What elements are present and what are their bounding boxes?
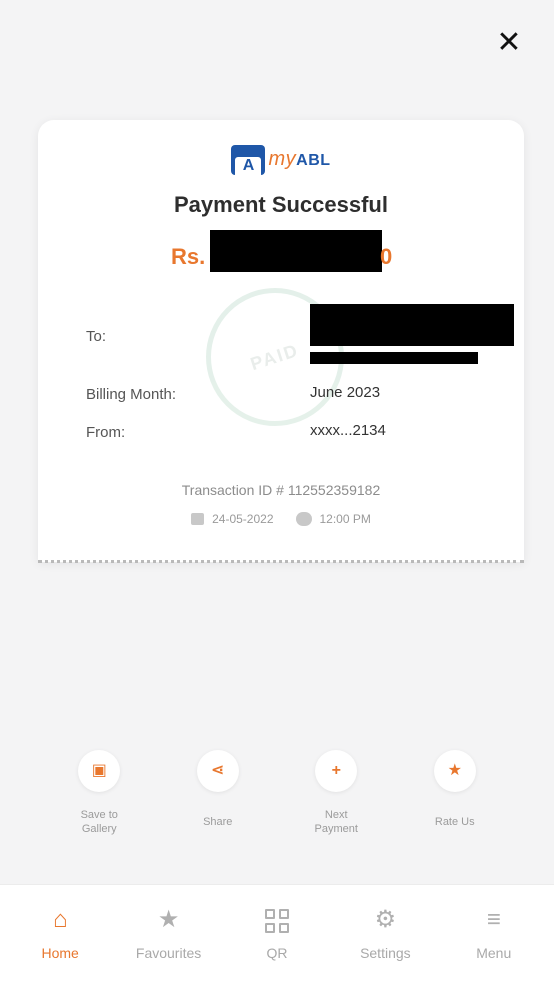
- transaction-date: 24-05-2022: [212, 512, 274, 526]
- receipt-card: A myABL Payment Successful Rs. 0 PAID To…: [38, 120, 524, 562]
- nav-item-qr[interactable]: QR: [227, 885, 327, 982]
- menu-icon: ≡: [486, 906, 501, 933]
- close-button[interactable]: ✕: [494, 24, 524, 60]
- payment-status-title: Payment Successful: [174, 192, 388, 217]
- save-to-gallery-button[interactable]: ▣ Save to Gallery: [51, 750, 147, 836]
- billing-month-value: June 2023: [310, 384, 381, 401]
- image-icon: ▣: [91, 762, 107, 779]
- transaction-id: Transaction ID # 112552359182: [181, 482, 381, 498]
- amount-suffix: 0: [380, 244, 393, 269]
- star-icon: ★: [447, 762, 462, 779]
- share-icon: ⋖: [211, 762, 225, 779]
- billing-month-label: Billing Month:: [86, 386, 177, 403]
- star-icon: ★: [157, 906, 180, 933]
- nav-item-settings[interactable]: ⚙ Settings: [335, 885, 435, 982]
- amount-redaction: [210, 230, 382, 272]
- transaction-datetime: 24-05-2022 12:00 PM: [38, 512, 524, 526]
- amount-prefix: Rs.: [171, 244, 206, 269]
- close-icon: ✕: [496, 24, 522, 60]
- clock-icon: [295, 512, 312, 526]
- rate-us-button[interactable]: ★ Rate Us: [407, 750, 503, 836]
- transaction-time: 12:00 PM: [319, 512, 371, 526]
- home-icon: ⌂: [52, 906, 68, 933]
- myabl-logo: A myABL: [38, 142, 524, 178]
- share-button[interactable]: ⋖ Share: [170, 750, 266, 836]
- plus-icon: +: [331, 762, 341, 779]
- receipt-torn-edge: [38, 560, 524, 566]
- calendar-icon: [191, 513, 205, 525]
- nav-item-home[interactable]: ⌂ Home: [10, 885, 110, 982]
- from-label: From:: [86, 424, 126, 441]
- logo-badge: A: [231, 145, 266, 175]
- qr-icon: [264, 909, 289, 933]
- nav-item-favourites[interactable]: ★ Favourites: [119, 885, 219, 982]
- nav-item-menu[interactable]: ≡ Menu: [444, 885, 544, 982]
- recipient-redaction: [310, 304, 514, 346]
- to-label: To:: [86, 328, 107, 345]
- from-account-value: xxxx...2134: [310, 422, 386, 439]
- recipient-sub-redaction: [310, 352, 478, 364]
- receipt-actions: ▣ Save to Gallery ⋖ Share + Next Payment…: [0, 750, 554, 836]
- next-payment-button[interactable]: + Next Payment: [288, 750, 384, 836]
- bottom-navigation: ⌂ Home ★ Favourites QR ⚙ Settings ≡ Menu: [0, 884, 554, 982]
- gear-icon: ⚙: [374, 906, 397, 933]
